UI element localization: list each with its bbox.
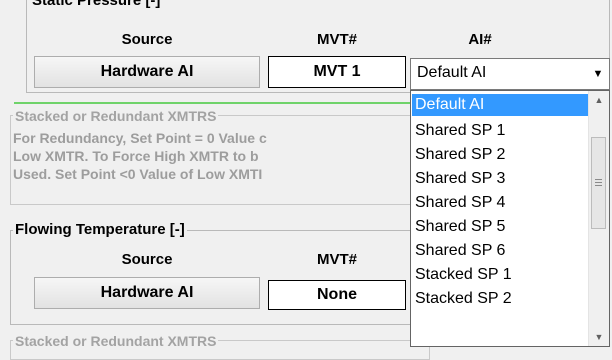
stacked-redundant-group-1-label: Stacked or Redundant XMTRS [13, 107, 219, 125]
scrollbar-thumb[interactable] [591, 137, 606, 229]
dropdown-option-shared-sp-6[interactable]: Shared SP 6 [412, 240, 505, 262]
flowing-temperature-source-button[interactable]: Hardware AI [34, 277, 260, 309]
dropdown-option-default-ai[interactable]: Default AI [412, 94, 593, 116]
stacked-redundant-line-3: Used. Set Point <0 Value of Low XMTI [13, 166, 263, 182]
grip-line-icon [595, 185, 602, 186]
dropdown-option-stacked-sp-2[interactable]: Stacked SP 2 [412, 288, 512, 310]
dropdown-option-stacked-sp-1[interactable]: Stacked SP 1 [412, 264, 512, 286]
dropdown-option-shared-sp-5[interactable]: Shared SP 5 [412, 216, 505, 238]
static-pressure-ai-combobox[interactable]: Default AI ▼ [410, 58, 610, 90]
flowing-temperature-mvt-header: MVT# [316, 251, 357, 268]
flowing-temperature-mvt-field[interactable]: None [268, 280, 406, 310]
scroll-up-arrow-icon[interactable]: ▲ [589, 91, 609, 109]
chevron-down-icon[interactable]: ▼ [587, 59, 609, 89]
stacked-redundant-line-2: Low XMTR. To Force High XMTR to b [13, 148, 259, 164]
ai-dropdown-list[interactable]: Default AI Shared SP 1 Shared SP 2 Share… [410, 90, 610, 347]
section-separator-line [14, 102, 414, 104]
dropdown-option-shared-sp-1[interactable]: Shared SP 1 [412, 120, 505, 142]
dropdown-scrollbar[interactable]: ▲ ▼ [588, 91, 609, 346]
static-pressure-mvt-field[interactable]: MVT 1 [268, 56, 406, 88]
flowing-temperature-source-header: Source [121, 251, 173, 268]
dropdown-option-shared-sp-2[interactable]: Shared SP 2 [412, 144, 505, 166]
static-pressure-group-label: Static Pressure [-] [30, 0, 163, 10]
static-pressure-source-button[interactable]: Hardware AI [34, 56, 260, 88]
dropdown-option-shared-sp-3[interactable]: Shared SP 3 [412, 168, 505, 190]
stacked-redundant-line-1: For Redundancy, Set Point = 0 Value c [13, 130, 267, 146]
grip-line-icon [595, 182, 602, 183]
stacked-redundant-group-2-label: Stacked or Redundant XMTRS [13, 332, 219, 350]
static-pressure-source-header: Source [121, 31, 173, 48]
static-pressure-mvt-header: MVT# [316, 31, 357, 48]
static-pressure-ai-header: AI# [468, 31, 492, 48]
flowing-temperature-group-label: Flowing Temperature [-] [13, 221, 187, 239]
grip-line-icon [595, 179, 602, 180]
dropdown-option-shared-sp-4[interactable]: Shared SP 4 [412, 192, 505, 214]
static-pressure-ai-value: Default AI [417, 64, 487, 81]
scroll-down-arrow-icon[interactable]: ▼ [589, 328, 609, 346]
